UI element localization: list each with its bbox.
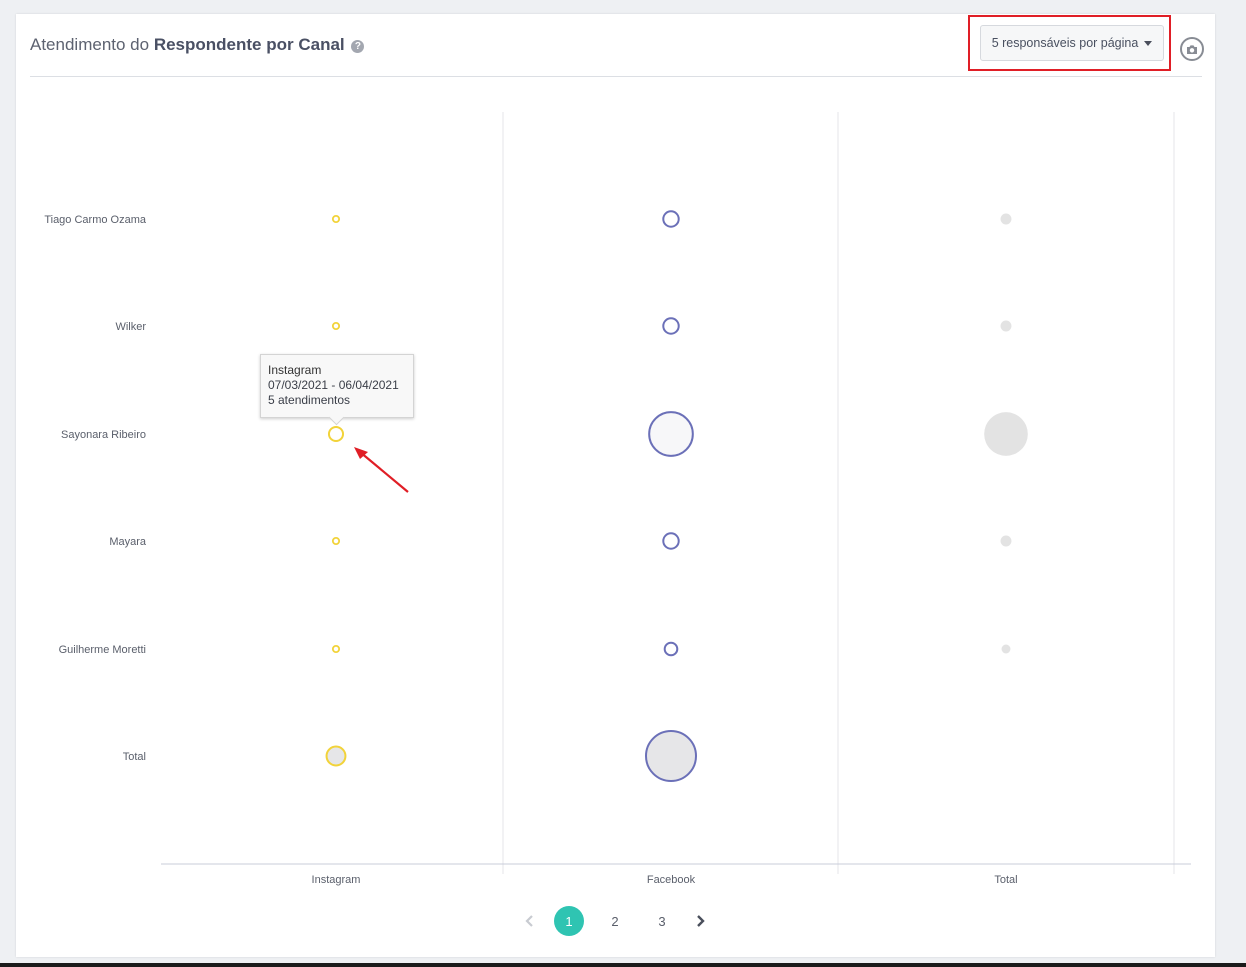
bubble-facebook-0[interactable]: [662, 210, 680, 228]
tooltip-date-range: 07/03/2021 - 06/04/2021: [268, 378, 399, 392]
bubble-facebook-3[interactable]: [662, 532, 680, 550]
bubble-instagram-2[interactable]: [327, 425, 345, 443]
bubble-facebook-2[interactable]: [648, 411, 694, 457]
chart-card: Atendimento do Respondente por Canal ? 5…: [16, 14, 1215, 957]
chevron-right-icon: [697, 915, 705, 927]
bubble-total-1[interactable]: [1000, 320, 1012, 332]
bubble-total-4[interactable]: [1001, 644, 1011, 654]
pagination-page-1[interactable]: 1: [554, 906, 584, 936]
bubble-instagram-1[interactable]: [331, 321, 341, 331]
chart-tooltip: Instagram 07/03/2021 - 06/04/2021 5 aten…: [260, 354, 414, 426]
pagination-next-button[interactable]: [690, 906, 710, 936]
bubble-instagram-4[interactable]: [331, 644, 341, 654]
bubble-facebook-4[interactable]: [663, 641, 679, 657]
tooltip-title: Instagram: [268, 363, 322, 377]
bubble-instagram-0[interactable]: [331, 214, 341, 224]
bubble-total-2[interactable]: [984, 412, 1028, 456]
bubble-chart: Tiago Carmo Ozama Wilker Sayonara Ribeiro M…: [44, 112, 1191, 886]
bubble-instagram-3[interactable]: [331, 536, 341, 546]
pagination: 1 2 3: [516, 906, 716, 938]
pagination-page-3[interactable]: 3: [647, 906, 677, 936]
bubble-instagram-5[interactable]: [325, 745, 347, 767]
x-tick-label: Total: [994, 874, 1017, 886]
pagination-prev-button[interactable]: [520, 906, 540, 936]
pagination-page-2[interactable]: 2: [600, 906, 630, 936]
y-tick-label: Sayonara Ribeiro: [61, 429, 146, 441]
x-tick-label: Facebook: [647, 874, 696, 886]
bubble-facebook-1[interactable]: [662, 317, 680, 335]
y-tick-label: Total: [123, 751, 146, 763]
bubble-facebook-5[interactable]: [645, 730, 697, 782]
bubble-total-3[interactable]: [1000, 535, 1012, 547]
chevron-left-icon: [525, 915, 533, 927]
x-tick-label: Instagram: [312, 874, 361, 886]
y-tick-label: Mayara: [109, 536, 147, 548]
y-tick-label: Tiago Carmo Ozama: [44, 214, 147, 226]
bottom-edge-bar: [0, 963, 1246, 967]
tooltip-count: 5 atendimentos: [268, 393, 351, 407]
red-arrow-annotation: [354, 447, 409, 493]
y-tick-label: Wilker: [115, 321, 146, 333]
y-tick-label: Guilherme Moretti: [59, 644, 146, 656]
bubble-total-0[interactable]: [1000, 213, 1012, 225]
